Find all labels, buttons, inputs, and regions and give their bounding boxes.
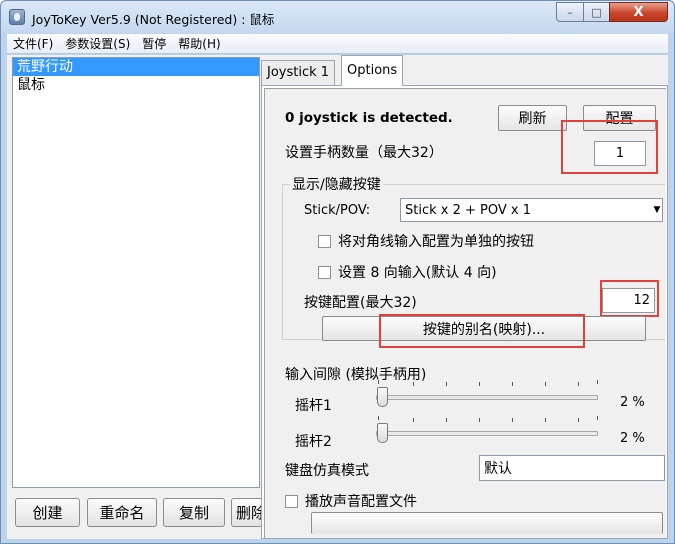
stick-pov-select[interactable]: Stick x 2 + POV x 1 ▼ (400, 198, 663, 222)
keyboard-mode-field[interactable]: 默认 (479, 455, 665, 481)
window-title: JoyToKey Ver5.9 (Not Registered) : 鼠标 (32, 12, 275, 27)
profile-list[interactable]: 荒野行动 鼠标 (12, 57, 260, 488)
app-window: JoyToKey Ver5.9 (Not Registered) : 鼠标 – … (0, 0, 675, 544)
stick1-value: 2 % (620, 395, 645, 410)
eight-way-checkbox[interactable] (318, 266, 331, 279)
minimize-button[interactable]: – (556, 2, 584, 22)
eight-way-option[interactable]: 设置 8 向输入(默认 4 向) (318, 262, 497, 282)
options-content: 0 joystick is detected. 刷新 配置 设置手柄数量（最大3… (264, 88, 666, 538)
chevron-down-icon: ▼ (653, 205, 661, 215)
slider-tick (479, 382, 480, 386)
button-config-label: 按键配置(最大32) (304, 295, 417, 311)
highlight-box-alias (379, 314, 585, 348)
maximize-button[interactable]: □ (583, 2, 610, 22)
slider-tick (378, 416, 379, 420)
stick1-label: 摇杆1 (295, 398, 332, 414)
tab-options[interactable]: Options (341, 55, 404, 86)
show-hide-group-title: 显示/隐藏按键 (290, 174, 383, 194)
diagonal-checkbox[interactable] (318, 235, 331, 248)
stick2-slider-track[interactable] (376, 431, 598, 436)
slider-tick (446, 382, 447, 386)
slider-tick (446, 418, 447, 422)
delete-profile-button[interactable]: 删除 (231, 498, 261, 527)
detect-status: 0 joystick is detected. (285, 110, 453, 126)
stick-pov-value: Stick x 2 + POV x 1 (405, 202, 531, 218)
slider-tick (597, 416, 598, 420)
slider-tick (512, 418, 513, 422)
menu-pause[interactable]: 暂停 (136, 34, 172, 54)
sound-profile-button-partial[interactable] (311, 512, 663, 534)
close-button[interactable]: X (609, 2, 668, 22)
play-sound-option[interactable]: 播放声音配置文件 (285, 491, 417, 511)
menu-settings[interactable]: 参数设置(S) (59, 34, 136, 54)
menu-bar: 文件(F) 参数设置(S) 暂停 帮助(H) (7, 34, 668, 54)
play-sound-checkbox[interactable] (285, 495, 298, 508)
stick2-label: 摇杆2 (295, 434, 332, 450)
slider-tick (479, 418, 480, 422)
highlight-box-button-config (600, 280, 659, 317)
slider-tick (378, 380, 379, 384)
slider-tick (545, 382, 546, 386)
highlight-box-joystick-count (561, 120, 658, 174)
menu-help[interactable]: 帮助(H) (172, 34, 226, 54)
diagonal-checkbox-label: 将对角线输入配置为单独的按钮 (338, 234, 534, 250)
options-panel: 0 joystick is detected. 刷新 配置 设置手柄数量（最大3… (261, 85, 668, 539)
minimize-icon: – (567, 5, 573, 19)
menu-file[interactable]: 文件(F) (7, 34, 59, 54)
stick1-slider-thumb[interactable] (377, 387, 389, 407)
slider-tick (597, 380, 598, 384)
play-sound-checkbox-label: 播放声音配置文件 (305, 494, 417, 510)
create-profile-button[interactable]: 创建 (15, 498, 80, 527)
close-icon: X (633, 4, 644, 20)
tab-joystick-1[interactable]: Joystick 1 (261, 60, 336, 85)
refresh-button[interactable]: 刷新 (498, 105, 567, 131)
slider-tick (545, 418, 546, 422)
input-gap-label: 输入间隙 (模拟手柄用) (285, 367, 427, 383)
slider-tick (413, 382, 414, 386)
eight-way-checkbox-label: 设置 8 向输入(默认 4 向) (338, 265, 497, 281)
copy-profile-button[interactable]: 复制 (163, 498, 225, 527)
maximize-icon: □ (591, 5, 602, 19)
rename-profile-button[interactable]: 重命名 (87, 498, 157, 527)
joystick-count-label: 设置手柄数量（最大32） (285, 145, 443, 161)
slider-tick (512, 382, 513, 386)
stick2-slider-thumb[interactable] (377, 423, 389, 443)
joystick-app-icon (9, 9, 25, 25)
title-bar[interactable]: JoyToKey Ver5.9 (Not Registered) : 鼠标 – … (1, 1, 674, 33)
slider-tick (578, 382, 579, 386)
stick2-value: 2 % (620, 431, 645, 446)
profile-item-wilderness[interactable]: 荒野行动 (13, 58, 259, 76)
stick1-slider-track[interactable] (376, 395, 598, 400)
stick-pov-label: Stick/POV: (304, 203, 371, 218)
client-area: 荒野行动 鼠标 创建 重命名 复制 删除 Joystick 1 Options … (7, 55, 668, 539)
keyboard-mode-label: 键盘仿真模式 (285, 463, 369, 479)
slider-tick (578, 418, 579, 422)
profile-item-mouse[interactable]: 鼠标 (13, 76, 259, 94)
diagonal-option[interactable]: 将对角线输入配置为单独的按钮 (318, 231, 534, 251)
slider-tick (413, 418, 414, 422)
